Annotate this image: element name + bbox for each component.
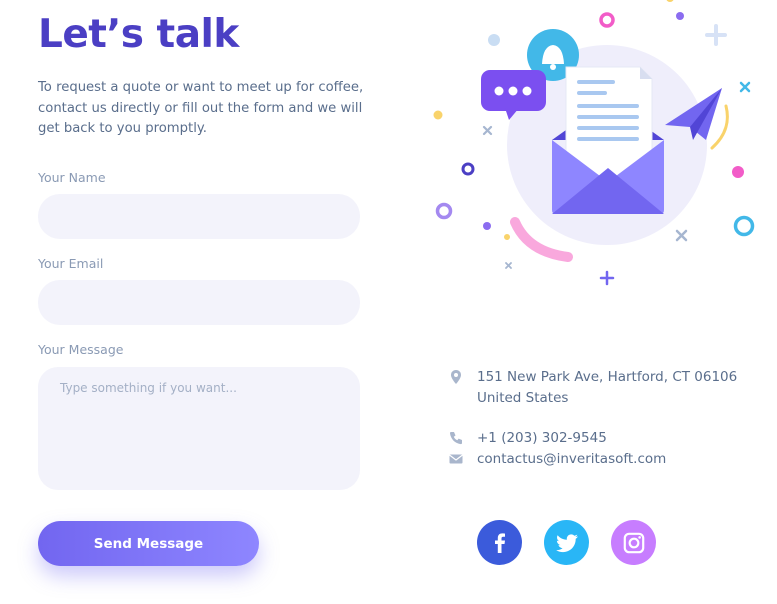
intro-text: To request a quote or want to meet up fo… [38, 80, 364, 136]
message-label: Your Message [38, 342, 124, 357]
mail-icon [449, 454, 463, 464]
email-field[interactable] [38, 280, 360, 325]
address-row: 151 New Park Ave, Hartford, CT 06106 Uni… [448, 367, 737, 408]
twitter-button[interactable] [544, 520, 589, 565]
instagram-button[interactable] [611, 520, 656, 565]
twitter-icon [555, 533, 578, 552]
message-field[interactable] [38, 367, 360, 490]
address-line1: 151 New Park Ave, Hartford, CT 06106 [477, 369, 738, 385]
send-message-button[interactable]: Send Message [38, 521, 259, 566]
contact-email[interactable]: contactus@inveritasoft.com [477, 449, 666, 470]
name-label: Your Name [38, 170, 106, 185]
address-line2: United States [477, 389, 569, 406]
contact-illustration [433, 0, 755, 286]
instagram-icon [623, 532, 644, 553]
phone-icon [449, 432, 462, 445]
name-field[interactable] [38, 194, 360, 239]
phone-row: +1 (203) 302-9545 [448, 428, 607, 449]
envelope-icon [552, 66, 664, 214]
facebook-icon [494, 532, 505, 553]
page-title: Let’s talk [38, 12, 239, 57]
email-row: contactus@inveritasoft.com [448, 449, 666, 470]
location-pin-icon [451, 370, 461, 384]
facebook-button[interactable] [477, 520, 522, 565]
email-label: Your Email [38, 256, 104, 271]
phone-number[interactable]: +1 (203) 302-9545 [477, 428, 607, 449]
